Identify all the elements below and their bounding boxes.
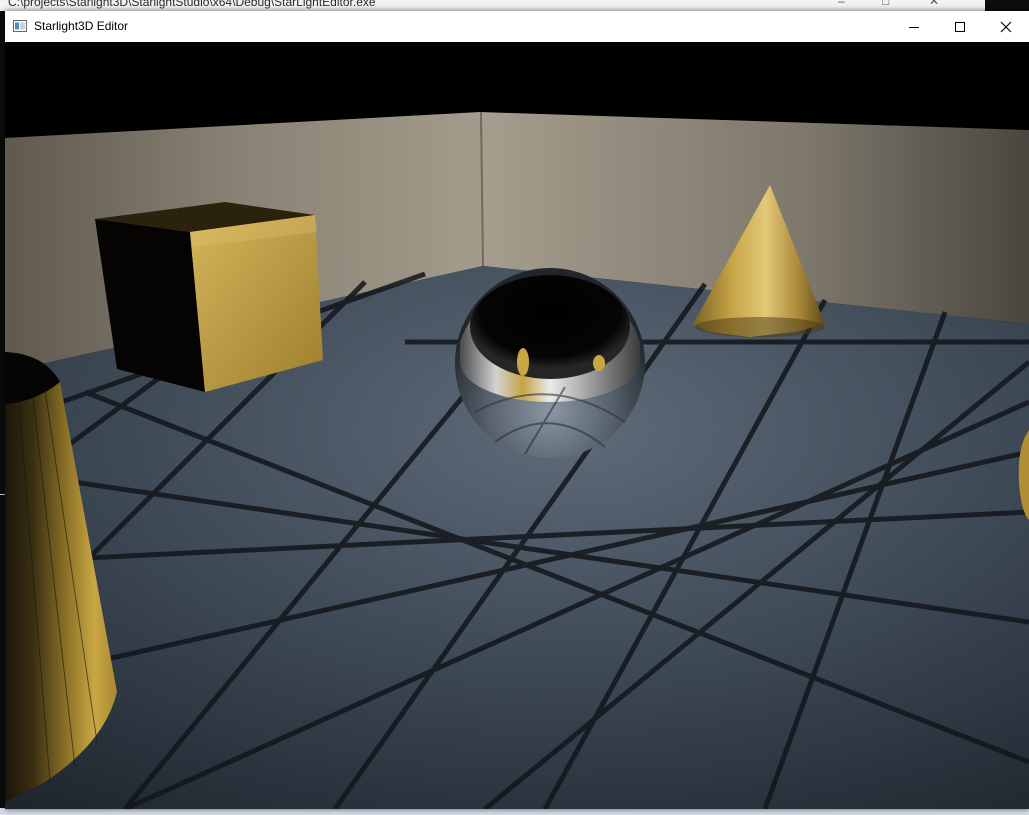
- close-button[interactable]: [983, 11, 1029, 42]
- background-taskbar-strip: [0, 808, 1029, 815]
- editor-window: Starlight3D Editor: [5, 11, 1029, 809]
- close-icon: [1000, 21, 1012, 32]
- title-bar[interactable]: Starlight3D Editor: [5, 11, 1029, 42]
- background-console-title: C:\projects\Starlight3D\StarlightStudio\…: [8, 0, 376, 9]
- maximize-button[interactable]: [937, 11, 983, 42]
- background-maximize-icon[interactable]: □: [882, 0, 889, 8]
- minimize-button[interactable]: [891, 11, 937, 42]
- background-close-icon[interactable]: ✕: [929, 0, 939, 8]
- minimize-icon: [909, 26, 919, 28]
- cube: [95, 202, 323, 392]
- scene-render: [5, 42, 1029, 809]
- window-title: Starlight3D Editor: [34, 19, 129, 33]
- background-minimize-icon[interactable]: –: [838, 0, 845, 8]
- 3d-viewport[interactable]: [5, 42, 1029, 809]
- sphere: [455, 268, 645, 458]
- app-window-icon: [13, 20, 27, 32]
- maximize-icon: [955, 21, 965, 32]
